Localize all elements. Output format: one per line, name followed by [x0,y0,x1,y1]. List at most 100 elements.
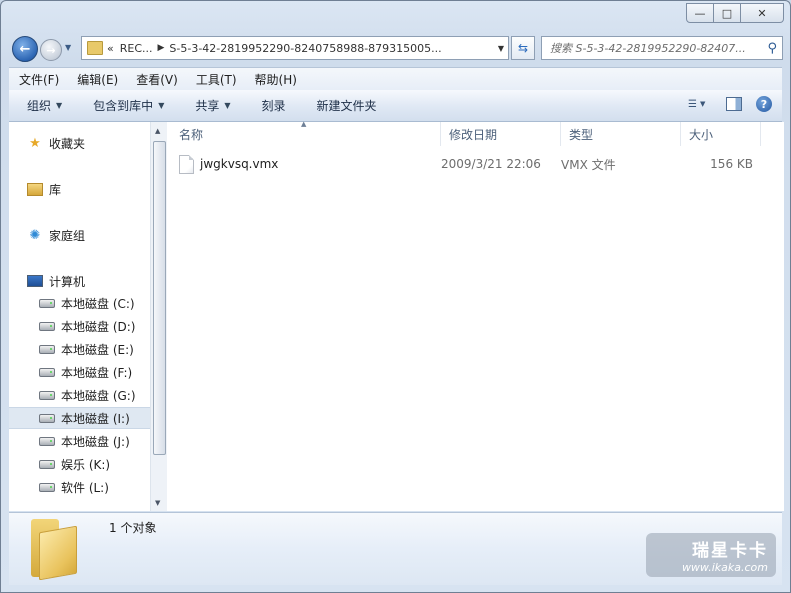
preview-pane-button[interactable] [726,97,742,111]
windows-drive-icon [39,295,55,311]
hard-drive-icon [39,479,55,495]
address-row: ← → ▼ « REC... ▶ S-5-3-42-2819952290-824… [1,33,790,63]
nav-homegroup[interactable]: ✺ 家庭组 [27,224,85,246]
scrollbar-thumb[interactable] [153,141,166,455]
refresh-button[interactable]: ⇆ [511,36,535,60]
watermark-url: www.ikaka.com [681,561,768,574]
organize-label: 组织 [27,99,52,113]
forward-button[interactable]: → [40,39,62,61]
details-pane: 1 个对象 瑞星卡卡 www.ikaka.com [9,512,782,585]
breadcrumb-item-current[interactable]: S-5-3-42-2819952290-8240758988-879315005… [169,42,441,55]
help-button[interactable]: ? [756,96,772,112]
drive-label: 软件 (L:) [61,480,109,495]
scroll-up-icon[interactable]: ▲ [155,127,160,135]
file-icon [179,154,194,174]
hard-drive-icon [39,318,55,334]
nav-favorites-label: 收藏夹 [49,136,86,151]
menu-view[interactable]: 查看(V) [126,71,186,88]
new-folder-button[interactable]: 新建文件夹 [299,97,390,114]
nav-libraries[interactable]: 库 [27,178,61,200]
navigation-scrollbar[interactable]: ▲ ▼ [150,122,167,511]
nav-drive-e[interactable]: 本地磁盘 (E:) [39,338,134,360]
column-name-label: 名称 [179,127,204,142]
column-name[interactable]: 名称 ▲ [167,120,441,146]
search-placeholder: 搜索 S-5-3-42-2819952290-82407... [550,42,746,55]
menu-help[interactable]: 帮助(H) [245,71,305,88]
command-bar-right: ☰ ▼ ? [688,95,772,113]
change-view-button[interactable]: ☰ ▼ [688,95,712,113]
close-button[interactable]: ✕ [741,3,784,23]
recent-pages-dropdown[interactable]: ▼ [65,43,71,52]
nav-favorites[interactable]: ★ 收藏夹 [27,132,85,154]
file-list: 名称 ▲ 修改日期 类型 大小 jwgkvsq.vmx 2009/3/21 22:… [167,120,784,511]
back-button[interactable]: ← [12,36,38,62]
star-icon: ★ [29,135,41,151]
menu-edit[interactable]: 编辑(E) [67,71,126,88]
scroll-down-icon[interactable]: ▼ [155,499,160,507]
hard-drive-icon [39,433,55,449]
address-dropdown-icon[interactable]: ▼ [498,44,504,53]
arrow-right-icon: → [46,43,56,57]
new-folder-label: 新建文件夹 [316,99,377,113]
file-name: jwgkvsq.vmx [200,157,279,171]
search-input[interactable]: 搜索 S-5-3-42-2819952290-82407... ⚲ [541,36,783,60]
column-size[interactable]: 大小 [681,122,761,146]
watermark-logo: 瑞星卡卡 www.ikaka.com [646,533,776,577]
breadcrumb-separator-icon[interactable]: ▶ [158,43,165,53]
drive-label: 本地磁盘 (E:) [61,342,134,357]
breadcrumb-item-recycler[interactable]: REC... [120,42,153,55]
column-headers: 名称 ▲ 修改日期 类型 大小 [167,120,784,146]
file-type: VMX 文件 [561,157,616,172]
nav-libraries-label: 库 [49,182,62,197]
drive-label: 本地磁盘 (D:) [61,319,136,334]
file-row[interactable]: jwgkvsq.vmx 2009/3/21 22:06 VMX 文件 156 K… [179,153,784,175]
hard-drive-icon [39,410,55,426]
address-bar[interactable]: « REC... ▶ S-5-3-42-2819952290-824075898… [81,36,509,60]
chevron-down-icon: ▼ [224,101,231,110]
computer-icon [27,273,43,289]
nav-drive-k[interactable]: 娱乐 (K:) [39,453,110,475]
arrow-left-icon: ← [19,41,31,57]
include-in-library-button[interactable]: 包含到库中 ▼ [75,97,177,114]
drive-label: 本地磁盘 (G:) [61,388,136,403]
column-modified-label: 修改日期 [449,127,498,142]
drive-label: 本地磁盘 (F:) [61,365,133,380]
organize-button[interactable]: 组织 ▼ [9,97,75,114]
chevron-down-icon: ▼ [158,101,165,110]
drive-label: 本地磁盘 (C:) [61,296,135,311]
navigation-pane: ★ 收藏夹 库 ✺ 家庭组 计算机 本地磁盘 (C:) 本地磁盘 (D:) 本地… [9,122,150,511]
nav-drive-c[interactable]: 本地磁盘 (C:) [39,292,135,314]
share-button[interactable]: 共享 ▼ [177,97,243,114]
hard-drive-icon [39,456,55,472]
drive-label: 娱乐 (K:) [61,457,111,472]
column-modified[interactable]: 修改日期 [441,122,561,146]
nav-drive-i[interactable]: 本地磁盘 (I:) [9,407,150,429]
item-count: 1 个对象 [109,521,157,535]
caption-buttons: — □ ✕ [686,3,784,23]
command-bar: 组织 ▼ 包含到库中 ▼ 共享 ▼ 刻录 新建文件夹 ☰ ▼ ? [9,90,782,122]
file-modified: 2009/3/21 22:06 [441,157,541,171]
search-icon[interactable]: ⚲ [767,41,777,56]
column-size-label: 大小 [689,127,714,142]
breadcrumb-overflow[interactable]: « [107,42,114,55]
watermark-title: 瑞星卡卡 [692,541,768,561]
folder-icon [31,519,77,581]
column-type[interactable]: 类型 [561,122,681,146]
sort-ascending-icon: ▲ [301,120,307,128]
burn-button[interactable]: 刻录 [244,97,299,114]
nav-homegroup-label: 家庭组 [49,228,86,243]
nav-drive-g[interactable]: 本地磁盘 (G:) [39,384,136,406]
maximize-button[interactable]: □ [714,3,741,23]
nav-computer[interactable]: 计算机 [27,270,85,292]
chevron-down-icon: ▼ [699,100,706,108]
nav-drive-j[interactable]: 本地磁盘 (J:) [39,430,130,452]
hard-drive-icon [39,364,55,380]
menu-tools[interactable]: 工具(T) [186,71,245,88]
nav-drive-l[interactable]: 软件 (L:) [39,476,109,498]
nav-drive-f[interactable]: 本地磁盘 (F:) [39,361,132,383]
share-label: 共享 [195,99,220,113]
nav-drive-d[interactable]: 本地磁盘 (D:) [39,315,135,337]
file-size: 156 KB [710,157,753,171]
minimize-button[interactable]: — [686,3,714,23]
menu-file[interactable]: 文件(F) [9,71,67,88]
